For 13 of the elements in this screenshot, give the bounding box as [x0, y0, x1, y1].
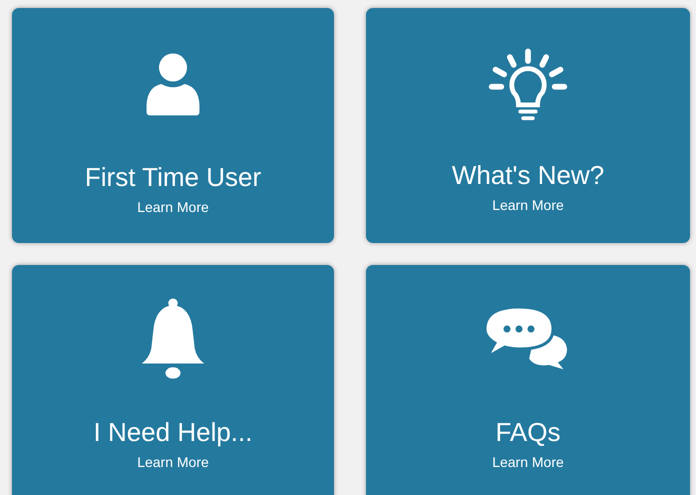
learn-more-link[interactable]: Learn More — [492, 453, 564, 471]
card[interactable]: I Need Help... Learn More — [12, 265, 334, 495]
learn-more-link[interactable]: Learn More — [137, 198, 209, 216]
learn-more-link[interactable]: Learn More — [492, 196, 564, 214]
card-title: First Time User — [84, 162, 262, 192]
card[interactable]: FAQs Learn More — [366, 265, 690, 495]
card-title: What's New? — [452, 160, 604, 190]
bell-icon — [140, 297, 206, 381]
card[interactable]: What's New? Learn More — [366, 8, 690, 243]
card-title: I Need Help... — [94, 417, 252, 447]
card-title: FAQs — [495, 417, 560, 447]
learn-more-link[interactable]: Learn More — [137, 453, 209, 471]
card[interactable]: First Time User Learn More — [12, 8, 334, 243]
